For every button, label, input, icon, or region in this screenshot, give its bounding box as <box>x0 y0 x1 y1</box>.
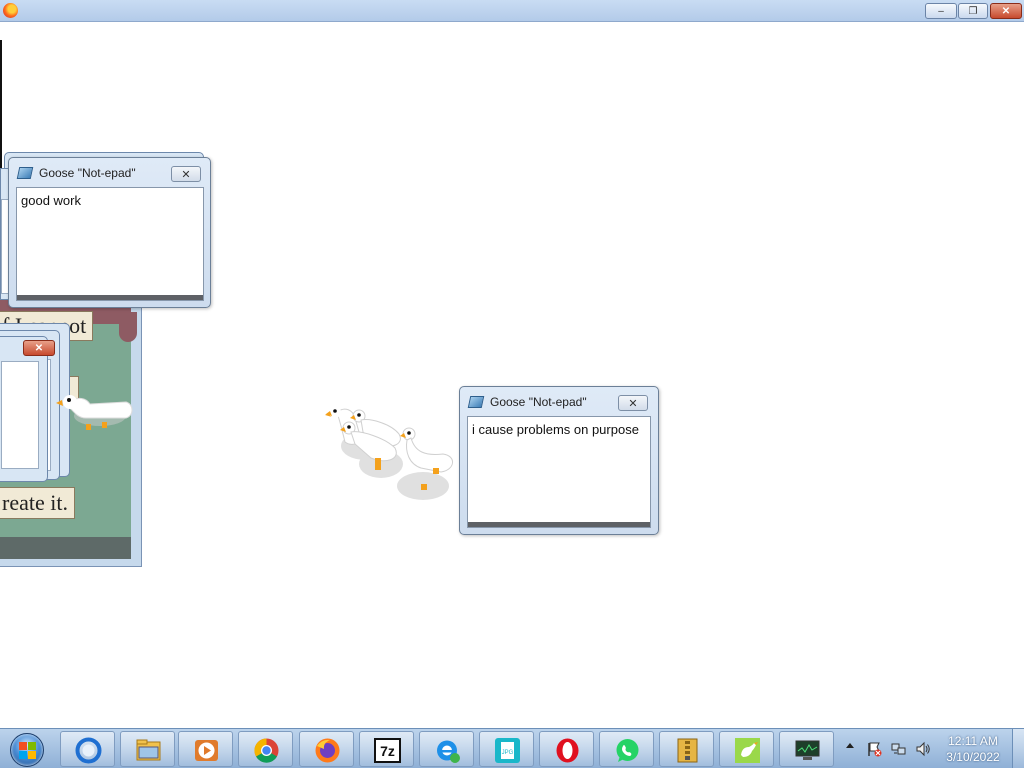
notepad-title: Goose "Not-epad" <box>490 395 587 409</box>
image-drape <box>119 312 137 342</box>
sevenzip-icon: 7z <box>374 737 401 764</box>
notepad-icon <box>467 396 485 408</box>
taskbar-button-monitor[interactable] <box>779 731 834 767</box>
taskbar-button-archive[interactable] <box>659 731 714 767</box>
notepad-text-area[interactable]: good work <box>16 187 204 301</box>
notepad-text: good work <box>21 193 81 208</box>
taskbar-button-goose[interactable] <box>719 731 774 767</box>
taskbar-button-firefox[interactable] <box>299 731 354 767</box>
notepad-window[interactable]: Goose "Not-epad" ✕ i cause problems on p… <box>459 386 659 535</box>
chrome-icon <box>253 737 280 764</box>
taskbar-button-circle-search[interactable] <box>60 731 115 767</box>
svg-text:7z: 7z <box>380 743 395 759</box>
monitor-icon <box>794 737 821 764</box>
taskbar-button-whatsapp[interactable] <box>599 731 654 767</box>
taskbar-button-folder[interactable] <box>120 731 175 767</box>
close-icon: ✕ <box>34 342 44 354</box>
clock-date: 3/10/2022 <box>946 750 1000 764</box>
image-floor <box>0 537 131 559</box>
jpg-icon: JPG <box>494 737 521 764</box>
whatsapp-icon <box>614 737 641 764</box>
taskbar-button-ie[interactable] <box>419 731 474 767</box>
goose-icon <box>734 737 761 764</box>
taskbar: 12:11 AM 3/10/2022 7z JPG <box>0 728 1024 768</box>
browser-title-bar: – ❐ ✕ <box>0 0 1024 22</box>
folder-icon <box>135 737 162 764</box>
goose-flock <box>325 406 453 500</box>
network-icon[interactable] <box>891 741 907 757</box>
opera-icon <box>554 737 581 764</box>
notepad-status-strip <box>468 522 650 527</box>
svg-text:JPG: JPG <box>502 750 514 756</box>
minimize-button[interactable]: – <box>925 3 957 19</box>
circle-search-icon <box>75 737 102 764</box>
media-player-icon <box>193 737 220 764</box>
restore-icon: ❐ <box>968 5 978 17</box>
notepad-title-bar[interactable]: Goose "Not-epad" ✕ <box>460 387 658 415</box>
taskbar-button-jpg[interactable]: JPG <box>479 731 534 767</box>
archive-icon <box>674 737 701 764</box>
close-icon: ✕ <box>628 397 638 410</box>
ie-icon <box>434 737 461 764</box>
action-center-flag-icon[interactable] <box>866 741 882 757</box>
close-button[interactable]: ✕ <box>618 395 648 411</box>
notepad-title-bar[interactable]: Goose "Not-epad" ✕ <box>9 158 210 186</box>
notepad-window[interactable]: Goose "Not-epad" ✕ good work <box>8 157 211 308</box>
close-button[interactable]: ✕ <box>990 3 1022 19</box>
clock-time: 12:11 AM <box>948 734 998 748</box>
show-hidden-icons-button[interactable] <box>846 743 854 748</box>
notepad-icon <box>16 167 34 179</box>
clock[interactable]: 12:11 AM 3/10/2022 <box>938 733 1008 765</box>
small-dialog[interactable]: ✕ <box>0 336 55 482</box>
notepad-status-strip <box>17 295 203 300</box>
image-caption-line: reate it. <box>0 487 75 519</box>
restore-button[interactable]: ❐ <box>958 3 988 19</box>
taskbar-button-opera[interactable] <box>539 731 594 767</box>
taskbar-button-sevenzip[interactable]: 7z <box>359 731 414 767</box>
notepad-text: i cause problems on purpose <box>472 422 639 437</box>
firefox-icon <box>3 3 18 18</box>
desktop: – ❐ ✕ o f I cannot t, reate it. <box>0 0 1024 768</box>
firefox-icon <box>314 737 341 764</box>
close-button[interactable]: ✕ <box>171 166 201 182</box>
show-desktop-button[interactable] <box>1012 729 1024 768</box>
windows-logo-icon <box>10 733 44 767</box>
taskbar-button-chrome[interactable] <box>238 731 293 767</box>
close-icon: ✕ <box>181 168 191 181</box>
start-button[interactable] <box>4 731 52 767</box>
notepad-text-area[interactable]: i cause problems on purpose <box>467 416 651 528</box>
close-icon: ✕ <box>1001 5 1011 17</box>
close-button[interactable]: ✕ <box>23 340 55 356</box>
notepad-title: Goose "Not-epad" <box>39 166 136 180</box>
goose-sprite <box>56 395 133 430</box>
minimize-icon: – <box>938 5 944 17</box>
volume-icon[interactable] <box>915 741 931 757</box>
taskbar-button-media-player[interactable] <box>178 731 233 767</box>
window-edge <box>0 40 2 170</box>
